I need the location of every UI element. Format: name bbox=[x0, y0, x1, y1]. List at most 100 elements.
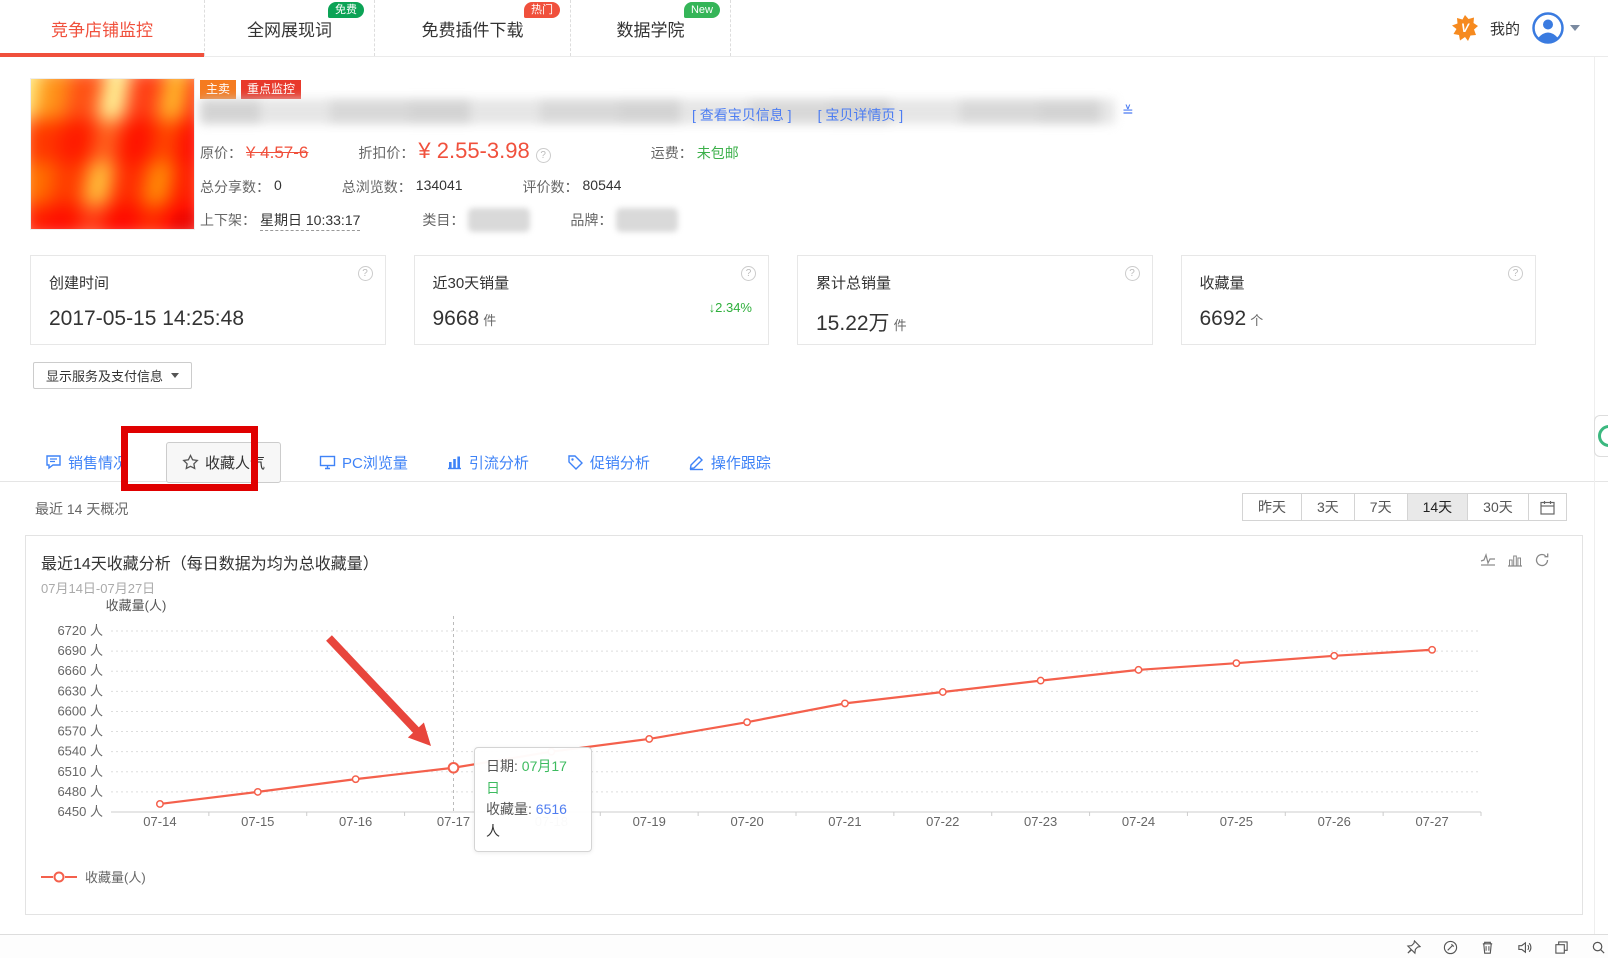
favorites-chart-card: 最近14天收藏分析（每日数据为均为总收藏量） 07月14日-07月27日 收藏量… bbox=[25, 535, 1583, 915]
svg-text:07-17: 07-17 bbox=[437, 814, 470, 829]
range-30day-button[interactable]: 30天 bbox=[1468, 493, 1529, 521]
range-3day-button[interactable]: 3天 bbox=[1302, 493, 1355, 521]
product-image-blurred[interactable] bbox=[30, 78, 195, 230]
floating-widget-clipped[interactable] bbox=[1594, 415, 1608, 457]
show-service-payment-button[interactable]: 显示服务及支付信息 bbox=[33, 362, 193, 389]
nav-item-keywords[interactable]: 全网展现词 免费 bbox=[205, 0, 375, 56]
stat-cards: 创建时间 2017-05-15 14:25:48 ? 近30天销量 9668 件 … bbox=[30, 255, 1536, 345]
svg-text:6510 人: 6510 人 bbox=[57, 764, 103, 779]
card-unit: 个 bbox=[1250, 313, 1264, 328]
nav-item-data-academy[interactable]: 数据学院 New bbox=[571, 0, 731, 56]
bar-chart-icon bbox=[446, 454, 463, 471]
shipping-label: 运费： bbox=[650, 145, 693, 161]
range-7day-button[interactable]: 7天 bbox=[1354, 493, 1408, 521]
tag-icon bbox=[567, 454, 584, 471]
svg-text:07-19: 07-19 bbox=[633, 814, 666, 829]
price-row: 原价： ¥ 4.57-6 折扣价： ¥ 2.55-3.98 ? 运费： 未包邮 bbox=[200, 138, 739, 164]
volume-icon[interactable] bbox=[1517, 940, 1532, 955]
tab-promotion-analysis[interactable]: 促销分析 bbox=[567, 452, 650, 473]
help-icon[interactable]: ? bbox=[741, 266, 756, 281]
svg-text:07-26: 07-26 bbox=[1318, 814, 1351, 829]
nav-label: 竞争店铺监控 bbox=[51, 20, 153, 40]
chart-plot-area[interactable]: 收藏量(人) 6450 人 6480 人 6510 人 6540 人 6570 人 6600… bbox=[26, 594, 1566, 854]
svg-text:07-22: 07-22 bbox=[926, 814, 959, 829]
svg-text:07-16: 07-16 bbox=[339, 814, 372, 829]
tab-operation-tracking[interactable]: 操作跟踪 bbox=[688, 452, 771, 473]
item-detail-page-link[interactable]: [ 宝贝详情页 ] bbox=[818, 105, 904, 125]
range-14day-button[interactable]: 14天 bbox=[1407, 493, 1469, 521]
svg-text:07-23: 07-23 bbox=[1024, 814, 1057, 829]
pin-icon[interactable] bbox=[1406, 939, 1422, 955]
review-count-label: 评价数： bbox=[522, 179, 579, 195]
tab-pc-views[interactable]: PC浏览量 bbox=[319, 452, 408, 473]
brand-label: 品牌： bbox=[570, 212, 613, 228]
discount-price-label: 折扣价： bbox=[358, 145, 415, 161]
copy-icon[interactable]: ≚ bbox=[1122, 103, 1134, 120]
svg-text:6450 人: 6450 人 bbox=[57, 804, 103, 819]
listing-row: 上下架： 星期日 10:33:17 类目： 品牌： bbox=[200, 208, 679, 232]
view-count-label: 总浏览数： bbox=[341, 179, 412, 195]
analysis-tabs-bar: 销售情况 收藏人气 PC浏览量 引流分析 促销分析 操作跟踪 bbox=[0, 430, 1608, 483]
listing-time[interactable]: 星期日 10:33:17 bbox=[260, 210, 361, 231]
brand-value-blurred bbox=[616, 208, 679, 232]
window-icon[interactable] bbox=[1554, 940, 1569, 955]
calendar-button[interactable] bbox=[1528, 493, 1567, 521]
refresh-icon[interactable] bbox=[1534, 552, 1550, 568]
nav-label: 免费插件下载 bbox=[421, 20, 524, 40]
calendar-icon bbox=[1540, 500, 1555, 515]
chart-toolbar bbox=[1480, 552, 1550, 568]
vip-level-icon[interactable]: V bbox=[1451, 15, 1478, 41]
line-chart-icon[interactable] bbox=[1480, 552, 1496, 568]
avatar-menu[interactable] bbox=[1532, 12, 1580, 44]
svg-text:07-15: 07-15 bbox=[241, 814, 274, 829]
range-yesterday-button[interactable]: 昨天 bbox=[1242, 493, 1302, 521]
card-unit: 件 bbox=[893, 318, 907, 333]
help-icon[interactable]: ? bbox=[1508, 266, 1523, 281]
key-monitor-badge: 重点监控 bbox=[241, 80, 302, 100]
sales-delta-down: ↓2.34% bbox=[708, 300, 752, 315]
bar-chart-icon[interactable] bbox=[1507, 552, 1523, 568]
help-icon[interactable]: ? bbox=[535, 148, 551, 163]
svg-text:07-27: 07-27 bbox=[1415, 814, 1448, 829]
edit-icon bbox=[688, 454, 705, 471]
overview-label: 最近 14 天概况 bbox=[35, 501, 129, 517]
page: 竞争店铺监控 全网展现词 免费 免费插件下载 热门 数据学院 New V 我的 bbox=[0, 0, 1608, 958]
search-icon[interactable] bbox=[1591, 940, 1606, 955]
card-value: 2017-05-15 14:25:48 bbox=[49, 307, 244, 330]
card-title: 创建时间 bbox=[49, 275, 110, 292]
view-count-value: 134041 bbox=[415, 177, 463, 193]
help-icon[interactable]: ? bbox=[357, 266, 373, 281]
nav-item-shop-monitor[interactable]: 竞争店铺监控 bbox=[0, 0, 205, 57]
svg-text:6630 人: 6630 人 bbox=[57, 683, 103, 698]
review-count-value: 80544 bbox=[582, 177, 622, 193]
trash-icon[interactable] bbox=[1480, 940, 1495, 955]
svg-text:07-24: 07-24 bbox=[1122, 814, 1155, 829]
nav-item-plugin-download[interactable]: 免费插件下载 热门 bbox=[375, 0, 571, 56]
tab-favorites-popularity[interactable]: 收藏人气 bbox=[166, 442, 282, 483]
tooltip-value: 6516 bbox=[535, 801, 567, 818]
chat-icon bbox=[45, 454, 62, 471]
help-icon[interactable]: ? bbox=[1124, 266, 1140, 281]
chart-title: 最近14天收藏分析（每日数据为均为总收藏量） bbox=[41, 556, 379, 573]
hot-badge: 热门 bbox=[524, 2, 560, 19]
card-title: 累计总销量 bbox=[816, 275, 892, 292]
svg-text:6570 人: 6570 人 bbox=[57, 724, 103, 739]
card-unit: 件 bbox=[483, 313, 497, 328]
main-sell-badge: 主卖 bbox=[200, 80, 237, 100]
monitor-icon bbox=[319, 454, 336, 471]
tab-sales[interactable]: 销售情况 bbox=[45, 452, 128, 473]
svg-text:07-14: 07-14 bbox=[143, 814, 176, 829]
my-account-label[interactable]: 我的 bbox=[1490, 18, 1520, 39]
original-price-label: 原价： bbox=[200, 145, 242, 161]
annotate-icon[interactable] bbox=[1443, 940, 1458, 955]
card-value: 9668 件 bbox=[432, 307, 497, 330]
view-item-info-link[interactable]: [ 查看宝贝信息 ] bbox=[692, 105, 792, 125]
product-stats-row: 总分享数： 0 总浏览数： 134041 评价数： 80544 bbox=[200, 177, 621, 197]
tab-traffic-analysis[interactable]: 引流分析 bbox=[446, 452, 529, 473]
legend-favorites[interactable]: 收藏量(人) bbox=[41, 867, 146, 886]
product-title-blurred bbox=[200, 99, 1115, 124]
line-chart: 收藏量(人) 6450 人 6480 人 6510 人 6540 人 6570 人 6600… bbox=[57, 598, 1482, 829]
card-total-sales: 累计总销量 15.22万件 ? bbox=[797, 255, 1153, 345]
card-30day-sales: 近30天销量 9668 件 ↓2.34% ? bbox=[413, 255, 769, 345]
chart-tooltip: 日期: 07月17日 收藏量: 6516 人 bbox=[474, 747, 592, 852]
